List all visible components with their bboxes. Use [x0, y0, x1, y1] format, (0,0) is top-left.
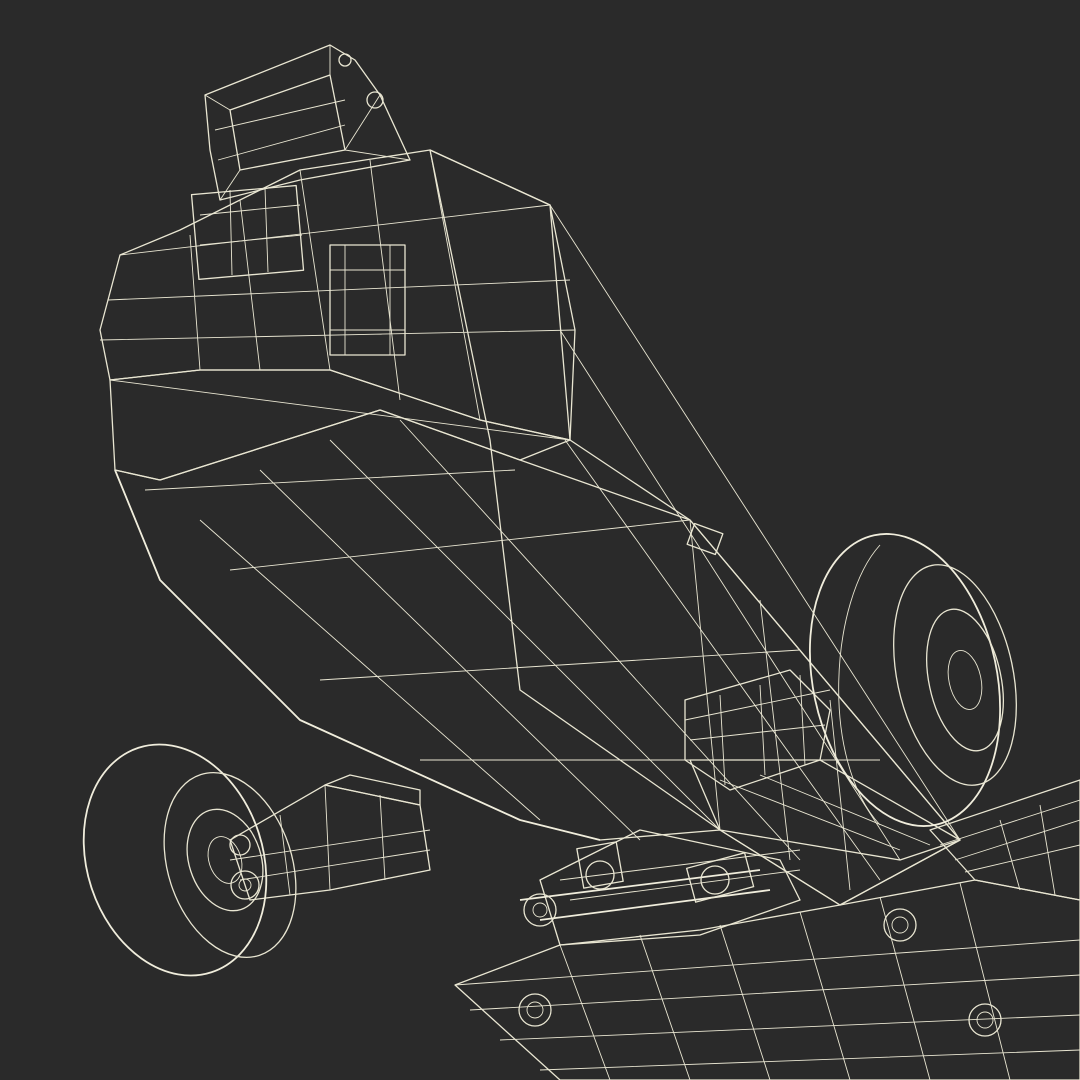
center-linkage — [519, 829, 801, 946]
wireframe-render — [82, 44, 1080, 1080]
top-bracket — [190, 44, 411, 281]
left-wheel — [82, 743, 297, 977]
base-frame — [454, 779, 1080, 1080]
main-body — [99, 149, 961, 906]
right-wheel — [808, 533, 1017, 827]
wireframe-render-scene — [0, 0, 1080, 1080]
right-axle-arm — [684, 669, 961, 861]
